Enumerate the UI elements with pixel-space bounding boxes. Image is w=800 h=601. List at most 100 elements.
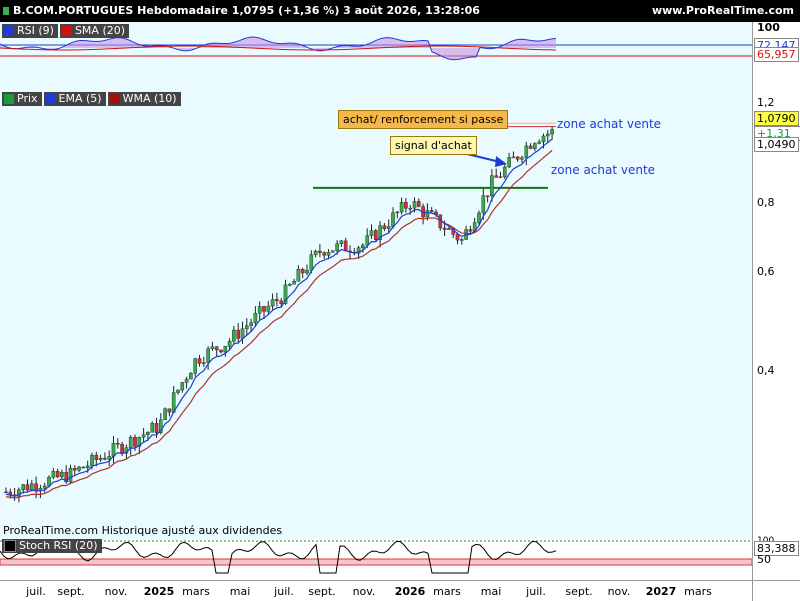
candle-up — [481, 195, 486, 214]
price-plot — [4, 122, 556, 503]
chart-title: B.COM.PORTUGUES Hebdomadaire 1,0795 (+1,… — [13, 4, 480, 17]
candle-down — [468, 229, 473, 232]
candle-down — [81, 466, 86, 469]
time-label-juil: juil. — [274, 585, 294, 598]
candle-up — [511, 156, 516, 159]
ema-color-swatch — [45, 94, 56, 104]
rsi-legend: RSI (9) SMA (20) — [2, 24, 130, 38]
sma-color-swatch — [61, 26, 72, 36]
time-label-sept: sept. — [308, 585, 336, 598]
candle-up — [425, 210, 430, 218]
candle-up — [386, 226, 391, 229]
candle-up — [503, 166, 507, 177]
candle-down — [72, 468, 77, 471]
candle-up — [223, 345, 228, 353]
candle-up — [141, 434, 146, 438]
legend-rsi[interactable]: RSI (9) — [2, 24, 58, 38]
stoch-axis-50: 50 — [757, 553, 771, 566]
last-price: 1,0790 — [754, 111, 799, 126]
rsi-axis: 100 72,147 65,957 — [752, 21, 800, 90]
candle-up — [85, 465, 90, 468]
candle-down — [485, 195, 490, 197]
up-arrow-icon — [3, 7, 9, 15]
candle-up — [365, 235, 370, 246]
stoch-axis: 100 83,388 50 — [752, 536, 800, 580]
legend-sma[interactable]: SMA (20) — [59, 24, 130, 38]
price-panel[interactable]: Prix EMA (5) WMA (10) achat/ renforcemen… — [0, 90, 752, 539]
time-label-2026: 2026 — [394, 585, 426, 598]
time-label-mars: mars — [433, 585, 461, 598]
site-link[interactable]: www.ProRealTime.com — [652, 0, 794, 22]
stoch-panel[interactable]: Stoch RSI (20) — [0, 539, 752, 580]
candle-up — [60, 472, 64, 478]
wma-line — [5, 149, 553, 499]
candle-down — [528, 145, 533, 149]
candle-up — [232, 329, 236, 342]
rsi-axis-100: 100 — [757, 21, 780, 34]
candle-down — [262, 306, 266, 312]
candle-up — [296, 269, 301, 282]
zone-label-mid: zone achat vente — [551, 163, 656, 177]
candle-down — [494, 175, 499, 178]
time-label-mai: mai — [480, 585, 502, 598]
time-label-juil: juil. — [26, 585, 46, 598]
candle-up — [369, 230, 374, 236]
candle-up — [326, 252, 331, 256]
price-tick-0-8: 0,8 — [757, 196, 775, 209]
candle-down — [300, 269, 305, 274]
legend-ema[interactable]: EMA (5) — [43, 92, 106, 106]
stoch-mid-band — [0, 558, 752, 566]
price-level: 1,0490 — [754, 137, 799, 152]
candle-down — [515, 156, 520, 160]
candle-up — [240, 328, 245, 339]
time-label-2025: 2025 — [143, 585, 175, 598]
candle-up — [150, 423, 155, 433]
candle-up — [184, 378, 189, 383]
candle-up — [460, 239, 464, 241]
candle-down — [404, 202, 408, 209]
rsi-color-swatch — [4, 26, 14, 36]
candle-up — [339, 240, 344, 244]
candle-up — [249, 322, 253, 326]
price-tick-0-4: 0,4 — [757, 364, 775, 377]
candle-up — [537, 141, 541, 144]
candle-up — [399, 202, 404, 213]
candle-up — [107, 456, 111, 460]
candle-down — [115, 442, 120, 445]
candle-up — [227, 340, 232, 347]
time-label-juil: juil. — [526, 585, 546, 598]
candle-down — [279, 300, 284, 304]
candle-up — [335, 243, 339, 251]
candle-up — [30, 483, 34, 491]
candle-down — [197, 358, 202, 364]
price-axis: 1,2 1,0790 +1,31 % 1,0490 0,8 0,6 0,4 — [752, 90, 800, 539]
stoch-plot — [0, 540, 752, 574]
candle-up — [201, 362, 206, 364]
candle-down — [417, 201, 421, 207]
candle-up — [288, 284, 292, 286]
candle-up — [507, 157, 511, 168]
sma-value: 65,957 — [754, 47, 799, 62]
candle-up — [520, 157, 524, 160]
legend-price[interactable]: Prix — [2, 92, 42, 106]
price-tick-1-2: 1,2 — [757, 96, 775, 109]
time-label-mai: mai — [229, 585, 251, 598]
time-label-2027: 2027 — [645, 585, 677, 598]
price-color-swatch — [4, 94, 14, 104]
axis-corner — [752, 580, 800, 601]
rsi-panel[interactable]: RSI (9) SMA (20) — [0, 22, 752, 90]
candle-up — [305, 270, 309, 274]
candle-up — [189, 373, 193, 380]
legend-stoch[interactable]: Stoch RSI (20) — [2, 539, 102, 553]
price-tick-0-6: 0,6 — [757, 265, 775, 278]
candle-down — [55, 471, 60, 478]
time-label-mars: mars — [684, 585, 712, 598]
candle-up — [98, 457, 103, 461]
annotation-buy-reinforce[interactable]: achat/ renforcement si passe — [338, 110, 509, 129]
annotation-buy-signal[interactable]: signal d'achat — [390, 136, 477, 155]
candle-up — [176, 389, 180, 393]
candle-up — [266, 305, 271, 312]
legend-wma[interactable]: WMA (10) — [107, 92, 181, 106]
candle-up — [313, 250, 318, 256]
candle-up — [77, 466, 81, 471]
